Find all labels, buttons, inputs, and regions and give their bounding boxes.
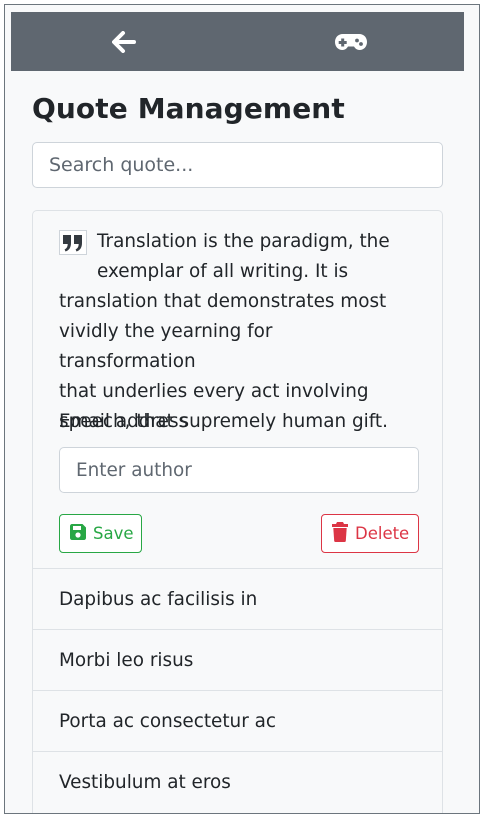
arrow-left-icon	[112, 30, 137, 53]
list-item[interactable]: Porta ac consectetur ac	[33, 691, 442, 752]
gamepad-icon	[334, 31, 368, 53]
search-input[interactable]	[32, 142, 443, 188]
top-navbar	[11, 12, 464, 71]
delete-label: Delete	[355, 524, 410, 543]
delete-button[interactable]: Delete	[321, 514, 419, 553]
list-item-label: Porta ac consectetur ac	[59, 710, 277, 732]
author-field-label: Email address	[59, 411, 189, 432]
quote-text-line: that underlies every act involving	[59, 381, 369, 402]
list-item[interactable]: Dapibus ac facilisis in	[33, 569, 442, 630]
quote-text-line: Translation is the paradigm, the	[97, 231, 390, 252]
list-item-label: Morbi leo risus	[59, 649, 194, 671]
save-label: Save	[93, 524, 134, 543]
list-item[interactable]: Morbi leo risus	[33, 630, 442, 691]
quote-editor: Translation is the paradigm, the exempla…	[33, 211, 442, 569]
list-item[interactable]: Vestibulum at eros	[33, 752, 442, 813]
quote-text: Translation is the paradigm, the exempla…	[59, 227, 409, 437]
quote-text-line: vividly the yearning for transformation	[59, 321, 273, 372]
page-title: Quote Management	[32, 92, 345, 125]
game-button[interactable]	[238, 12, 465, 71]
quote-text-line: exemplar of all writing. It is	[97, 261, 349, 282]
list-item-label: Dapibus ac facilisis in	[59, 588, 258, 610]
save-button[interactable]: Save	[59, 514, 142, 553]
back-button[interactable]	[11, 12, 238, 71]
author-input[interactable]	[59, 447, 419, 493]
trash-icon	[331, 521, 355, 547]
floppy-disk-icon	[69, 523, 93, 545]
quote-text-line: translation that demonstrates most	[59, 291, 387, 312]
quote-list: Translation is the paradigm, the exempla…	[32, 210, 443, 813]
list-item-label: Vestibulum at eros	[59, 772, 231, 793]
